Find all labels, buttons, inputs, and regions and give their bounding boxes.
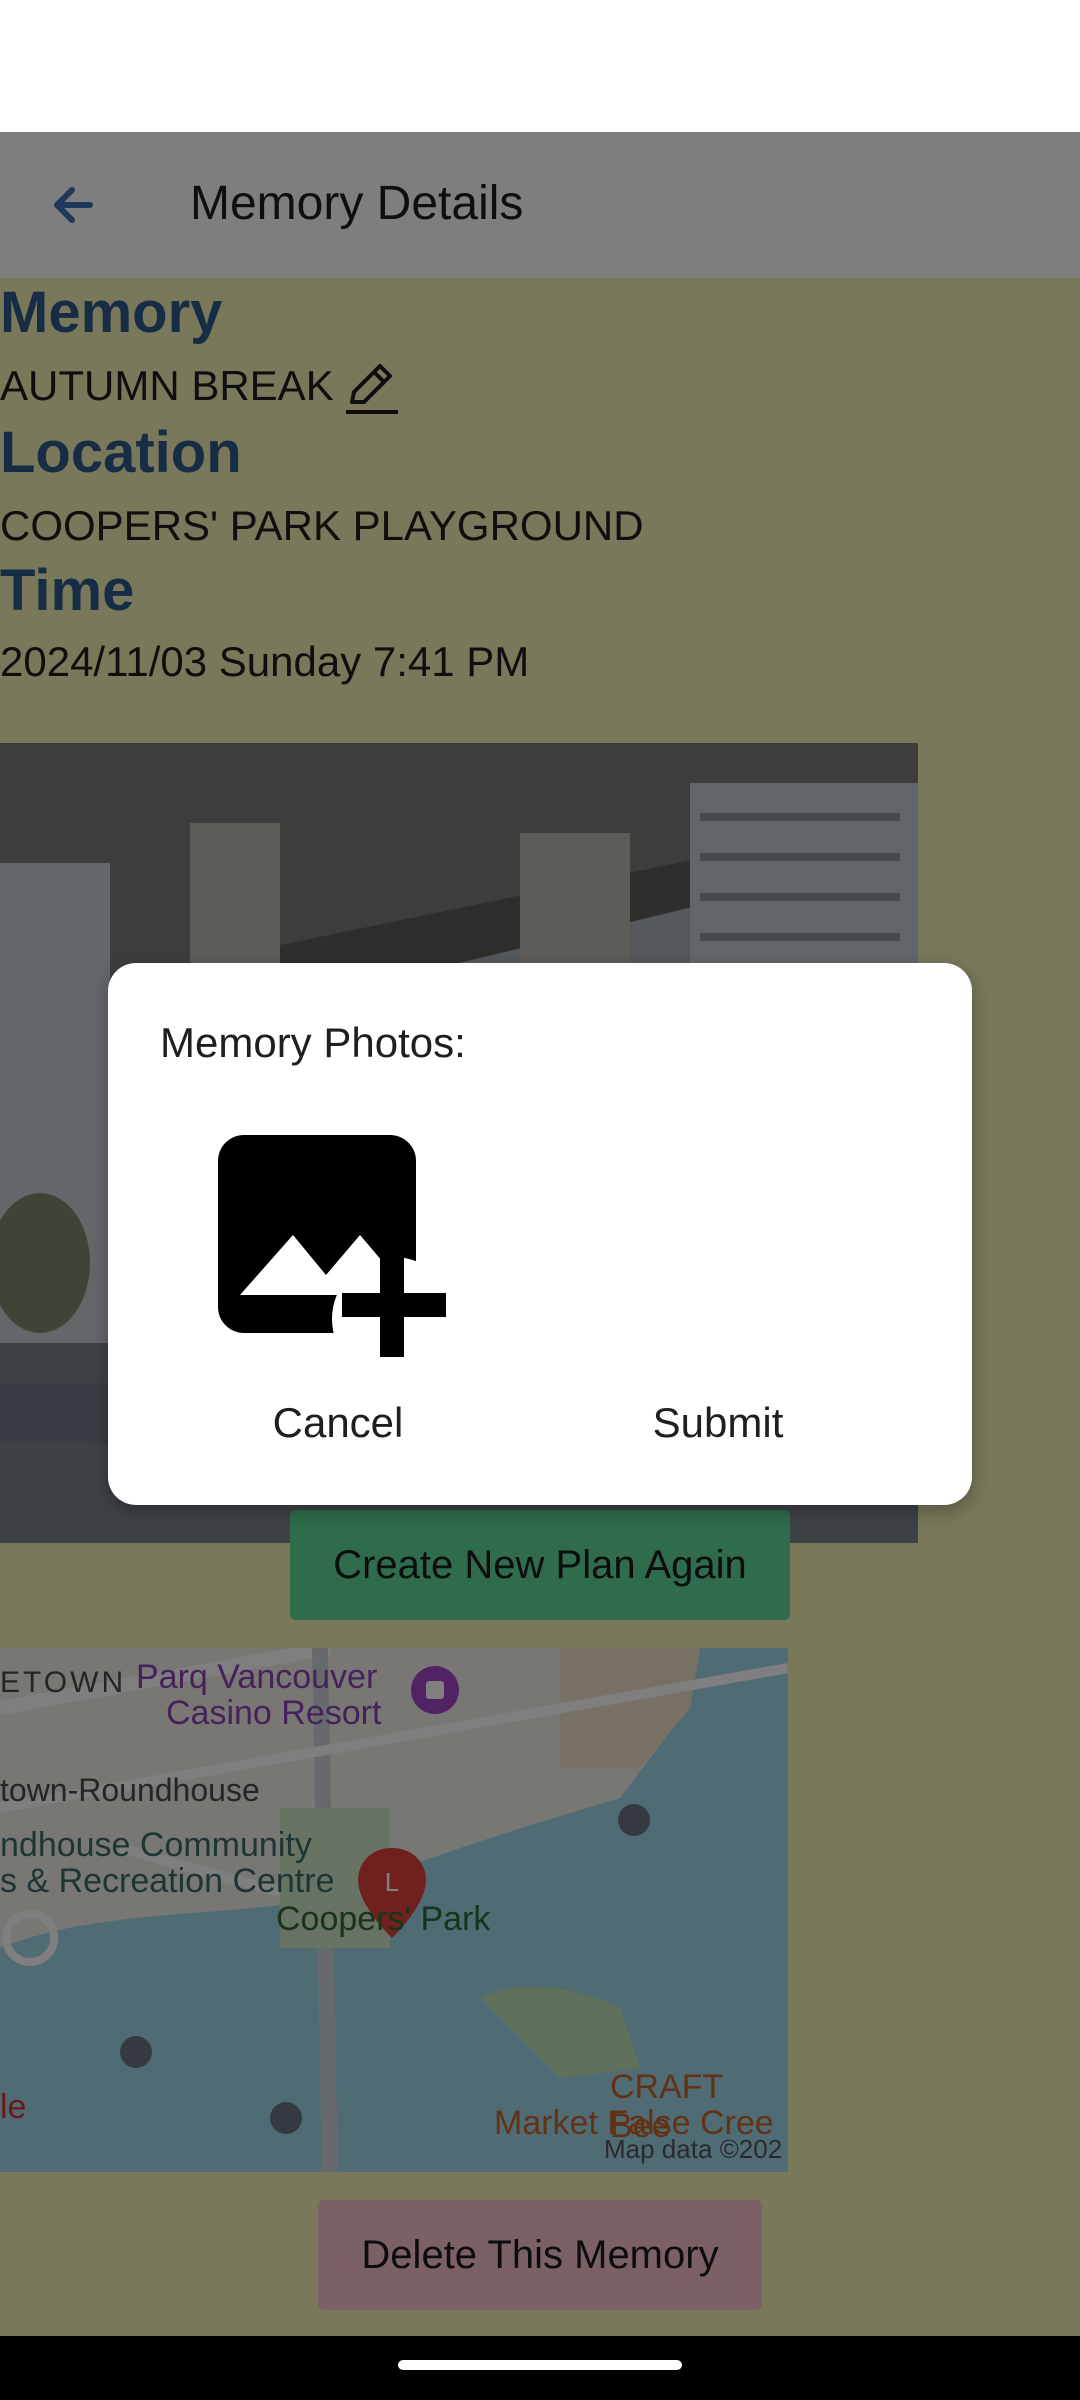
dialog-title: Memory Photos:: [160, 1019, 466, 1066]
add-photo-icon: [218, 1135, 456, 1381]
submit-button[interactable]: Submit: [608, 1383, 828, 1463]
status-bar: [0, 0, 1080, 132]
system-navigation-bar: [0, 2336, 1080, 2400]
add-photo-button[interactable]: [218, 1135, 458, 1381]
memory-photos-dialog: Memory Photos: Cancel Submit: [108, 963, 972, 1505]
home-indicator[interactable]: [398, 2360, 682, 2370]
cancel-button[interactable]: Cancel: [228, 1383, 448, 1463]
